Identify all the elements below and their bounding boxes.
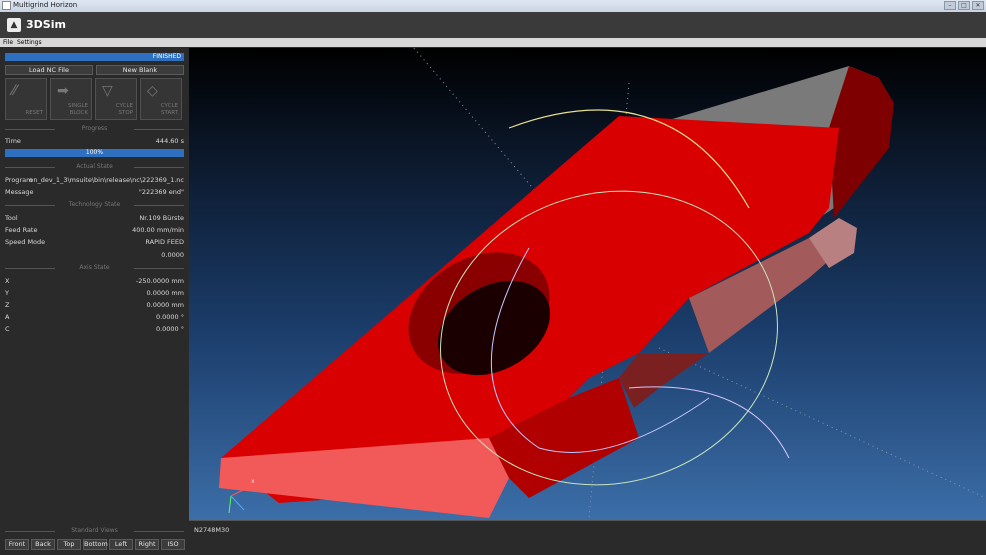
new-blank-button[interactable]: New Blank xyxy=(96,65,184,75)
time-label: Time xyxy=(5,137,21,145)
view-right-button[interactable]: Right xyxy=(135,539,159,550)
reset-label: RESET xyxy=(25,110,43,116)
3d-viewport[interactable]: x xyxy=(189,48,986,520)
workpiece-lower-face xyxy=(619,353,709,408)
upload-icon: ▲ xyxy=(7,18,21,32)
axis-name: C xyxy=(5,325,10,333)
progress-bar: 100% xyxy=(5,149,184,157)
time-value: 444.60 s xyxy=(155,137,184,145)
actual-state-title: Actual State xyxy=(5,163,184,171)
app-name: 3DSim xyxy=(26,18,66,31)
speed-value: 0.0000 xyxy=(161,251,184,259)
cycle-start-button[interactable]: ◇ CYCLE START xyxy=(140,78,182,120)
message-label: Message xyxy=(5,188,34,196)
time-row: Time 444.60 s xyxy=(5,137,184,147)
reset-icon: ⁄⁄ xyxy=(12,83,17,99)
tool-row: Tool Nr.109 Bürste xyxy=(5,214,184,224)
menu-settings[interactable]: Settings xyxy=(17,39,42,46)
window-controls: – □ ✕ xyxy=(944,1,984,10)
cycle-stop-label: CYCLE STOP xyxy=(115,103,133,116)
axis-row-a: A 0.0000 ° xyxy=(5,313,184,323)
y-axis-indicator xyxy=(228,495,232,514)
console-line: N2748M30 xyxy=(194,526,230,534)
view-left-button[interactable]: Left xyxy=(109,539,133,550)
reset-button[interactable]: ⁄⁄ RESET xyxy=(5,78,47,120)
axis-guide-line xyxy=(658,347,986,499)
axis-triad-label: x xyxy=(251,478,255,485)
view-back-button[interactable]: Back xyxy=(31,539,55,550)
axis-name: A xyxy=(5,313,10,321)
single-block-label: SINGLE BLOCK xyxy=(67,103,88,116)
axis-value: 0.0000 mm xyxy=(146,289,184,297)
maximize-button[interactable]: □ xyxy=(958,1,970,10)
tool-value: Nr.109 Bürste xyxy=(139,214,184,222)
cycle-start-label: CYCLE START xyxy=(160,103,178,116)
z-axis-indicator xyxy=(230,495,245,511)
menubar: File Settings xyxy=(0,38,986,47)
axis-value: -250.0000 mm xyxy=(135,277,184,285)
feed-rate-row: Feed Rate 400.00 mm/min xyxy=(5,226,184,236)
view-front-button[interactable]: Front xyxy=(5,539,29,550)
axis-value: 0.0000 mm xyxy=(146,301,184,309)
axis-value: 0.0000 ° xyxy=(155,313,184,321)
tool-label: Tool xyxy=(5,214,18,222)
single-block-icon: ➡ xyxy=(57,83,69,99)
console-output: N2748M30 xyxy=(189,520,986,555)
program-row: Program on_dev_1_3\msuite\bin\release\nc… xyxy=(5,176,184,186)
standard-views-title: Standard Views xyxy=(5,527,184,535)
cycle-stop-button[interactable]: ▽ CYCLE STOP xyxy=(95,78,137,120)
speed-mode-label: Speed Mode xyxy=(5,238,46,246)
technology-state-title: Technology State xyxy=(5,201,184,209)
close-button[interactable]: ✕ xyxy=(972,1,984,10)
axis-name: Z xyxy=(5,301,10,309)
menu-file[interactable]: File xyxy=(3,39,13,46)
message-row: Message "222369 end" xyxy=(5,188,184,198)
view-iso-button[interactable]: ISO xyxy=(161,539,185,550)
cycle-start-icon: ◇ xyxy=(147,83,158,99)
feed-rate-value: 400.00 mm/min xyxy=(132,226,184,234)
speed-mode-value: RAPID FEED xyxy=(145,238,184,246)
minimize-button[interactable]: – xyxy=(944,1,956,10)
axis-row-z: Z 0.0000 mm xyxy=(5,301,184,311)
cycle-stop-icon: ▽ xyxy=(102,83,113,99)
view-top-button[interactable]: Top xyxy=(57,539,81,550)
window-titlebar: Multigrind Horizon – □ ✕ xyxy=(0,0,986,12)
speed-mode-row: Speed Mode RAPID FEED xyxy=(5,238,184,248)
program-label: Program xyxy=(5,176,33,184)
tool-path-arc xyxy=(628,386,790,459)
speed-value-row: 0.0000 xyxy=(5,251,184,261)
status-banner: FINISHED xyxy=(5,53,184,61)
axis-row-x: X -250.0000 mm xyxy=(5,277,184,287)
message-value: "222369 end" xyxy=(138,188,184,196)
window-title: Multigrind Horizon xyxy=(13,1,78,9)
app-header: ▲ 3DSim xyxy=(0,12,986,39)
axis-name: X xyxy=(5,277,10,285)
axis-name: Y xyxy=(5,289,9,297)
workpiece-render xyxy=(219,48,986,519)
axis-value: 0.0000 ° xyxy=(155,325,184,333)
progress-section-title: Progress xyxy=(5,125,184,133)
axis-row-y: Y 0.0000 mm xyxy=(5,289,184,299)
single-block-button[interactable]: ➡ SINGLE BLOCK xyxy=(50,78,92,120)
load-nc-file-button[interactable]: Load NC File xyxy=(5,65,93,75)
view-bottom-button[interactable]: Bottom xyxy=(83,539,108,550)
program-value: on_dev_1_3\msuite\bin\release\nc\222369_… xyxy=(29,176,184,184)
axis-row-c: C 0.0000 ° xyxy=(5,325,184,335)
app-logo-icon xyxy=(2,1,11,10)
feed-rate-label: Feed Rate xyxy=(5,226,38,234)
axis-state-title: Axis State xyxy=(5,264,184,272)
